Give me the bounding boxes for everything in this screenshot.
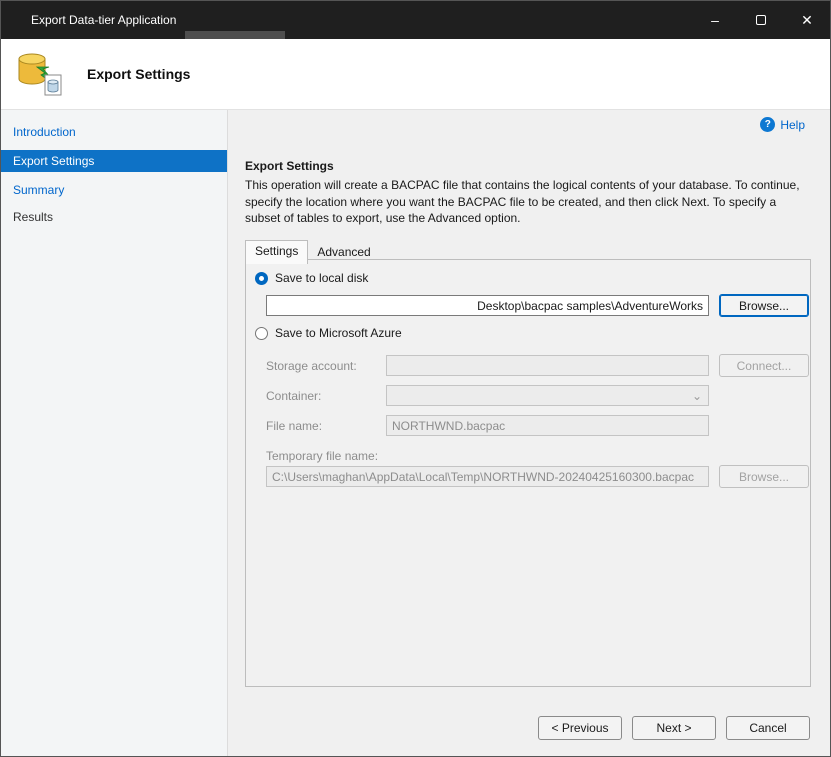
settings-tab-panel: Save to local disk Browse... Save to Mic… [245, 259, 811, 687]
minimize-icon: – [711, 12, 719, 28]
previous-button[interactable]: < Previous [538, 716, 622, 740]
maximize-button[interactable] [738, 1, 784, 39]
local-path-input[interactable] [266, 295, 709, 316]
help-link[interactable]: ? Help [760, 117, 805, 132]
storage-account-input [386, 355, 709, 376]
wizard-header: Export Settings [1, 39, 830, 110]
container-select: ⌄ [386, 385, 709, 406]
sidebar-item-summary[interactable]: Summary [1, 177, 227, 204]
sidebar-item-results[interactable]: Results [1, 204, 227, 231]
save-azure-label: Save to Microsoft Azure [275, 326, 402, 340]
file-name-label: File name: [266, 419, 322, 433]
wizard-footer-buttons: < Previous Next > Cancel [538, 716, 810, 740]
main-pane: ? Help Export Settings This operation wi… [228, 110, 830, 756]
titlebar-tab-artifact [185, 31, 285, 39]
close-button[interactable]: ✕ [784, 1, 830, 39]
sidebar-item-export-settings[interactable]: Export Settings [1, 150, 227, 172]
radio-unchecked-icon [255, 327, 268, 340]
browse-local-button[interactable]: Browse... [719, 294, 809, 317]
radio-checked-icon [255, 272, 268, 285]
cancel-button[interactable]: Cancel [726, 716, 810, 740]
help-icon: ? [760, 117, 775, 132]
close-icon: ✕ [801, 12, 813, 29]
tab-advanced[interactable]: Advanced [308, 242, 379, 263]
settings-tabstrip: Settings Advanced [245, 240, 380, 263]
container-label: Container: [266, 389, 321, 403]
next-button[interactable]: Next > [632, 716, 716, 740]
connect-button: Connect... [719, 354, 809, 377]
window-controls: – ✕ [692, 1, 830, 39]
temp-file-name-label: Temporary file name: [266, 449, 378, 463]
save-azure-radio[interactable]: Save to Microsoft Azure [255, 326, 402, 340]
save-local-disk-radio[interactable]: Save to local disk [255, 271, 368, 285]
chevron-down-icon: ⌄ [692, 389, 702, 403]
tab-settings[interactable]: Settings [245, 240, 308, 264]
export-data-tier-application-window: Export Data-tier Application – ✕ Export … [0, 0, 831, 757]
export-database-icon [15, 51, 63, 97]
temp-file-name-input [266, 466, 709, 487]
wizard-steps-sidebar: Introduction Export Settings Summary Res… [1, 110, 228, 756]
window-title: Export Data-tier Application [31, 13, 176, 27]
maximize-icon [756, 15, 766, 25]
browse-temp-button: Browse... [719, 465, 809, 488]
help-label: Help [780, 118, 805, 132]
sidebar-item-introduction[interactable]: Introduction [1, 119, 227, 146]
save-local-disk-label: Save to local disk [275, 271, 368, 285]
section-description: This operation will create a BACPAC file… [245, 177, 811, 227]
wizard-body: Introduction Export Settings Summary Res… [1, 110, 830, 756]
file-name-input [386, 415, 709, 436]
section-title: Export Settings [245, 159, 334, 173]
page-title: Export Settings [87, 66, 190, 82]
minimize-button[interactable]: – [692, 1, 738, 39]
storage-account-label: Storage account: [266, 359, 357, 373]
titlebar: Export Data-tier Application – ✕ [1, 1, 830, 39]
